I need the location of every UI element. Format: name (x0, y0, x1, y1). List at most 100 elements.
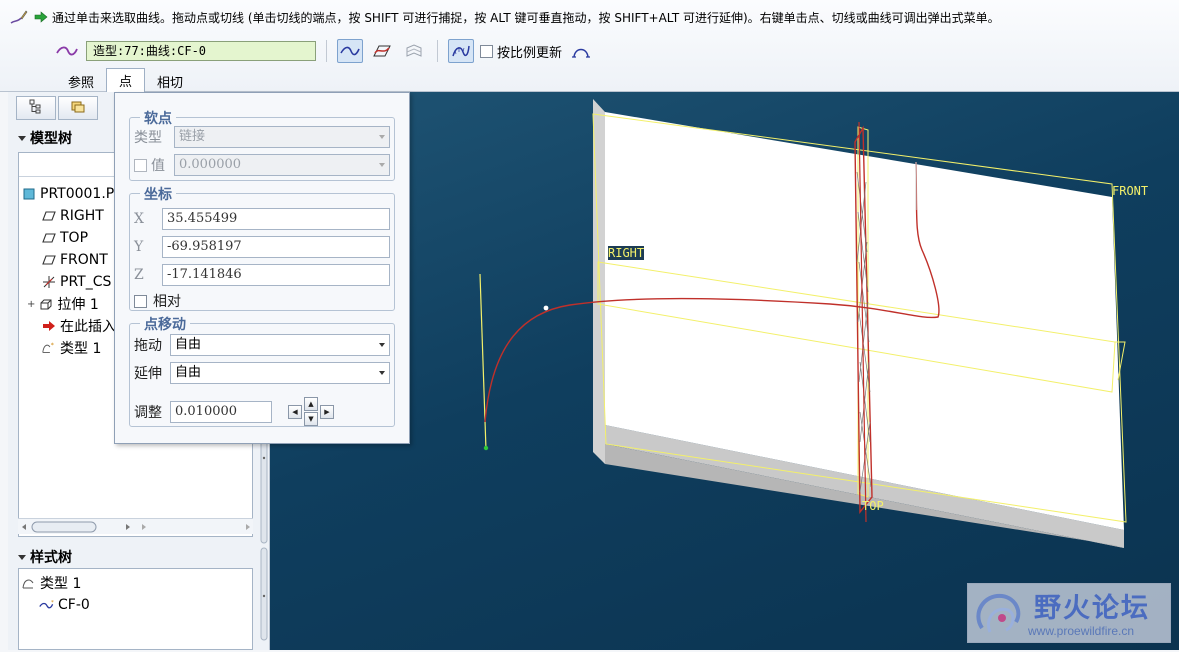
style-feature-icon: * (41, 340, 57, 356)
message-line: 通过单击来选取曲线。拖动点或切线 (单击切线的端点，按 SHIFT 可进行捕捉，… (8, 6, 1173, 28)
curve-icon: * (39, 597, 55, 613)
chevron-down-icon (379, 135, 385, 139)
tree-item-label: 类型 1 (60, 341, 102, 357)
curvature-analysis-button[interactable] (448, 39, 474, 63)
tree-item-label: RIGHT (60, 208, 104, 224)
tab-point[interactable]: 点 (106, 68, 146, 92)
nudge-right-button[interactable]: ▶ (320, 404, 334, 419)
model-tree-header[interactable]: 模型树 (18, 128, 72, 148)
x-row: X 35.455499 (134, 208, 390, 230)
tree-item-style[interactable]: * 类型 1 (41, 338, 101, 358)
model-tree-tab[interactable] (16, 96, 56, 120)
tree-item-label: FRONT (60, 252, 108, 268)
datum-plane-icon (41, 208, 57, 224)
expand-plus-icon[interactable]: + (27, 299, 35, 310)
toolbar-separator (326, 40, 327, 62)
soft-point-type-select[interactable]: 链接 (174, 126, 390, 148)
y-coordinate-input[interactable]: -69.958197 (162, 236, 390, 258)
planar-curve-button[interactable] (369, 39, 395, 63)
cos-curve-button[interactable] (401, 39, 427, 63)
datum-plane-icon (41, 230, 57, 246)
svg-text:*: * (51, 600, 54, 606)
tree-item-part[interactable]: PRT0001.P (21, 184, 114, 204)
soft-point-value-checkbox[interactable] (134, 158, 147, 172)
point-panel: 软点 类型 链接 值 0.000000 坐标 X 35.455499 Y -69… (114, 92, 410, 444)
y-row: Y -69.958197 (134, 236, 390, 258)
datum-plane-icon (41, 252, 57, 268)
nudge-vertical-group: ▲ ▼ (304, 397, 318, 426)
tree-item-label: 在此插入 (60, 319, 116, 335)
curve-type-icon[interactable] (54, 39, 80, 63)
x-coordinate-input[interactable]: 35.455499 (162, 208, 390, 230)
z-label: Z (134, 267, 144, 283)
tree-item-top[interactable]: TOP (41, 228, 88, 248)
folder-browser-tab[interactable] (58, 96, 98, 120)
tree-item-label: CF-0 (58, 597, 90, 613)
style-tree: 类型 1 * CF-0 (18, 568, 253, 650)
watermark-url: www.proewildfire.cn (1028, 624, 1135, 638)
soft-point-value-text: 0.000000 (179, 157, 242, 172)
part-icon (21, 186, 37, 202)
tree-item-right[interactable]: RIGHT (41, 206, 104, 226)
right-datum-label[interactable]: RIGHT (608, 246, 645, 260)
drag-label: 拖动 (134, 338, 162, 354)
nudge-controls: ◀ ▲ ▼ ▶ (288, 397, 334, 426)
adjust-label: 调整 (134, 404, 162, 421)
drag-mode-select[interactable]: 自由 (170, 334, 390, 356)
collapse-triangle-icon[interactable] (18, 135, 26, 141)
top-datum-label[interactable]: TOP (862, 499, 884, 513)
tree-item-label: 类型 1 (40, 576, 82, 592)
style-pen-icon (8, 7, 30, 27)
extend-mode-select[interactable]: 自由 (170, 362, 390, 384)
coordinates-group: 坐标 X 35.455499 Y -69.958197 Z -17.141846… (129, 184, 395, 311)
scale-update-label: 按比例更新 (497, 45, 563, 61)
relative-row[interactable]: 相对 (134, 291, 181, 311)
model-tree-horizontal-scrollbar[interactable] (18, 518, 253, 534)
adjust-row: 调整 0.010000 ◀ ▲ ▼ ▶ (134, 397, 334, 426)
extend-mode-value: 自由 (175, 365, 202, 380)
x-label: X (134, 211, 144, 227)
coordinates-title: 坐标 (140, 184, 176, 204)
coordinate-system-icon (41, 274, 57, 290)
y-label: Y (134, 239, 144, 255)
nudge-left-button[interactable]: ◀ (288, 404, 302, 419)
tree-item-csys[interactable]: PRT_CS (41, 272, 111, 292)
dashboard-tabs: 参照 点 相切 (56, 68, 195, 92)
watermark-title: 野火论坛 (1034, 593, 1150, 624)
curve-reference-field[interactable]: 造型:77:曲线:CF-0 (86, 41, 316, 61)
scale-update-checkbox-box[interactable] (480, 44, 493, 58)
tree-item-label: PRT0001.P (40, 186, 115, 202)
style-tree-header[interactable]: 样式树 (18, 547, 72, 567)
style-tree-item-curve[interactable]: * CF-0 (39, 595, 90, 615)
soft-point-value-label: 值 (151, 158, 165, 174)
nudge-down-button[interactable]: ▼ (304, 412, 318, 426)
soft-point-value-input[interactable]: 0.000000 (174, 154, 390, 176)
tree-item-front[interactable]: FRONT (41, 250, 108, 270)
free-curve-button[interactable] (337, 39, 363, 63)
tab-tangency[interactable]: 相切 (145, 70, 195, 92)
tree-item-extrude[interactable]: + 拉伸 1 (27, 294, 99, 314)
relative-label: 相对 (153, 294, 181, 310)
datum-axis (479, 273, 487, 451)
insert-here-arrow-icon (41, 318, 57, 334)
extrude-icon (38, 296, 54, 312)
tree-item-insert-here[interactable]: 在此插入 (41, 316, 116, 336)
collapse-triangle-icon[interactable] (18, 554, 26, 560)
curve-endpoint-icon[interactable] (568, 39, 594, 63)
toolbar-separator (437, 40, 438, 62)
chevron-down-icon (379, 343, 385, 347)
folder-browser-tab-icon (70, 98, 86, 118)
front-datum-label[interactable]: FRONT (1112, 184, 1148, 198)
style-feature-icon (21, 575, 37, 591)
style-tree-title: 样式树 (30, 550, 72, 566)
z-coordinate-input[interactable]: -17.141846 (162, 264, 390, 286)
scale-update-checkbox[interactable]: 按比例更新 (480, 42, 562, 61)
curve-drag-point (543, 305, 549, 311)
style-tree-item-style[interactable]: 类型 1 (21, 573, 81, 593)
tab-references[interactable]: 参照 (56, 70, 106, 92)
message-arrow-icon (30, 7, 52, 27)
adjust-step-input[interactable]: 0.010000 (170, 400, 272, 423)
relative-checkbox[interactable] (134, 294, 147, 308)
nudge-up-button[interactable]: ▲ (304, 397, 318, 411)
soft-point-type-label: 类型 (134, 130, 162, 146)
